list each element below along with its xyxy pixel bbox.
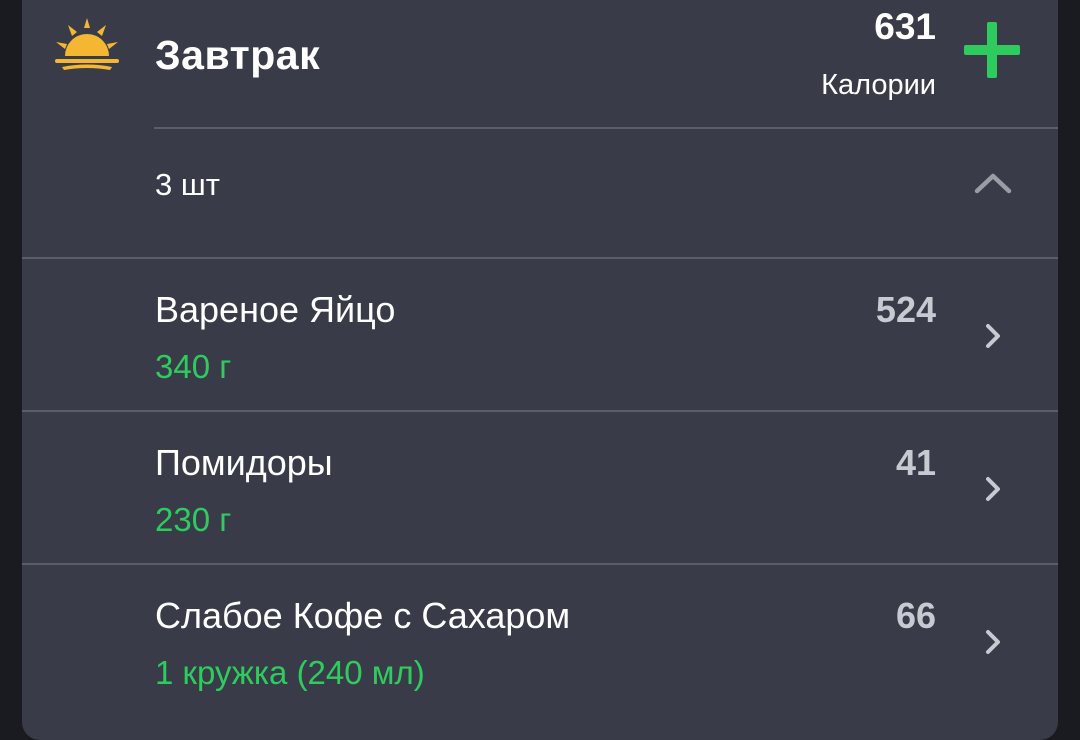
food-amount: 230 г [155, 501, 232, 538]
food-calories: 66 [895, 595, 936, 636]
meal-calories-label: Калории [821, 69, 936, 101]
meal-calories-value: 631 [874, 6, 936, 47]
food-name: Слабое Кофе с Сахаром [155, 595, 571, 636]
items-count-label: 3 шт [155, 167, 220, 202]
food-item[interactable]: Вареное Яйцо 340 г 524 [22, 259, 1058, 411]
chevron-right-icon [986, 324, 1000, 348]
food-amount: 340 г [155, 348, 232, 385]
chevron-right-icon [986, 630, 1000, 654]
add-food-button[interactable] [964, 22, 1020, 78]
food-name: Вареное Яйцо [155, 289, 396, 330]
items-count-toggle[interactable]: 3 шт [22, 129, 1058, 237]
food-calories: 524 [875, 289, 936, 330]
food-amount: 1 кружка (240 мл) [155, 654, 425, 691]
food-name: Помидоры [155, 442, 333, 483]
food-calories: 41 [895, 442, 936, 483]
sunrise-icon [55, 18, 119, 70]
chevron-right-icon [986, 477, 1000, 501]
food-item[interactable]: Помидоры 230 г 41 [22, 412, 1058, 564]
meal-title: Завтрак [155, 32, 321, 78]
meal-card: Завтрак 631 Калории 3 шт Вареное Яйцо 34… [22, 0, 1058, 740]
chevron-up-icon [974, 173, 1012, 194]
food-item[interactable]: Слабое Кофе с Сахаром 1 кружка (240 мл) … [22, 565, 1058, 717]
meal-header: Завтрак 631 Калории [22, 0, 1058, 128]
